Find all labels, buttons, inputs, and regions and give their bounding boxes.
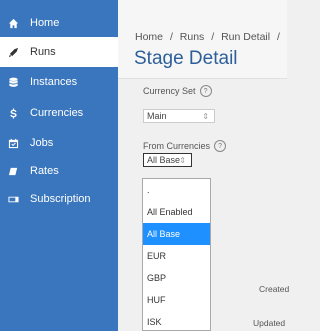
currency-set-value: Main	[147, 111, 167, 121]
help-icon[interactable]: ?	[214, 140, 227, 152]
breadcrumb-separator: /	[211, 31, 215, 43]
breadcrumb-home[interactable]: Home	[135, 31, 163, 43]
sidebar-item-jobs[interactable]: Jobs	[0, 128, 118, 158]
breadcrumb: Home / Runs / Run Detail /	[135, 31, 284, 43]
tag-icon	[6, 164, 20, 178]
calendar-check-icon	[6, 136, 20, 150]
sidebar-item-label: Runs	[30, 46, 56, 58]
dollar-icon	[6, 106, 20, 120]
chevron-updown-icon: ⇕	[202, 111, 209, 121]
dropdown-option[interactable]: GBP	[143, 267, 210, 289]
sidebar-item-label: Instances	[30, 76, 78, 88]
sidebar-item-label: Home	[30, 17, 60, 29]
sidebar-item-label: Currencies	[30, 107, 84, 119]
currency-set-label: Currency Set ?	[143, 85, 212, 97]
sidebar-item-home[interactable]: Home	[0, 8, 118, 38]
from-currencies-value: All Base	[147, 155, 181, 165]
from-currencies-label: From Currencies ?	[143, 140, 227, 152]
page-title: Stage Detail	[134, 48, 238, 69]
created-label: Created	[259, 284, 290, 294]
sidebar-item-runs[interactable]: Runs	[0, 37, 118, 67]
sidebar-item-currencies[interactable]: Currencies	[0, 98, 118, 128]
updated-label: Updated	[253, 318, 286, 328]
dropdown-option[interactable]: HUF	[143, 289, 210, 311]
from-currencies-select[interactable]: All Base ⇕	[143, 153, 192, 167]
sidebar: Home Runs Instances Currencies Jobs Rate…	[0, 0, 118, 331]
sidebar-item-label: Subscription	[30, 193, 91, 205]
database-icon	[6, 75, 20, 89]
sidebar-item-label: Jobs	[30, 137, 54, 149]
home-icon	[6, 16, 20, 30]
dropdown-option[interactable]: .	[143, 179, 210, 200]
breadcrumb-separator: /	[277, 31, 280, 43]
sidebar-item-instances[interactable]: Instances	[0, 67, 118, 97]
currency-set-label-text: Currency Set	[143, 86, 196, 96]
sidebar-item-subscription[interactable]: Subscription	[0, 184, 118, 214]
dropdown-option-selected[interactable]: All Base	[143, 223, 210, 245]
rocket-icon	[6, 45, 20, 59]
main-content: Home / Runs / Run Detail / Stage Detail …	[118, 0, 290, 331]
dropdown-option[interactable]: ISK	[143, 311, 210, 330]
help-icon[interactable]: ?	[199, 85, 212, 97]
from-currencies-dropdown: . All Enabled All Base EUR GBP HUF ISK	[142, 178, 211, 331]
breadcrumb-separator: /	[169, 31, 173, 43]
sidebar-item-label: Rates	[30, 165, 59, 177]
breadcrumb-runs[interactable]: Runs	[180, 31, 205, 43]
sidebar-item-rates[interactable]: Rates	[0, 156, 118, 186]
from-currencies-label-text: From Currencies	[143, 141, 211, 151]
chevron-updown-icon: ⇕	[179, 155, 186, 165]
currency-set-select[interactable]: Main ⇕	[143, 109, 215, 123]
dropdown-option[interactable]: All Enabled	[143, 200, 210, 223]
dropdown-option[interactable]: EUR	[143, 245, 210, 267]
card-icon	[6, 192, 20, 206]
breadcrumb-run-detail[interactable]: Run Detail	[221, 31, 270, 43]
